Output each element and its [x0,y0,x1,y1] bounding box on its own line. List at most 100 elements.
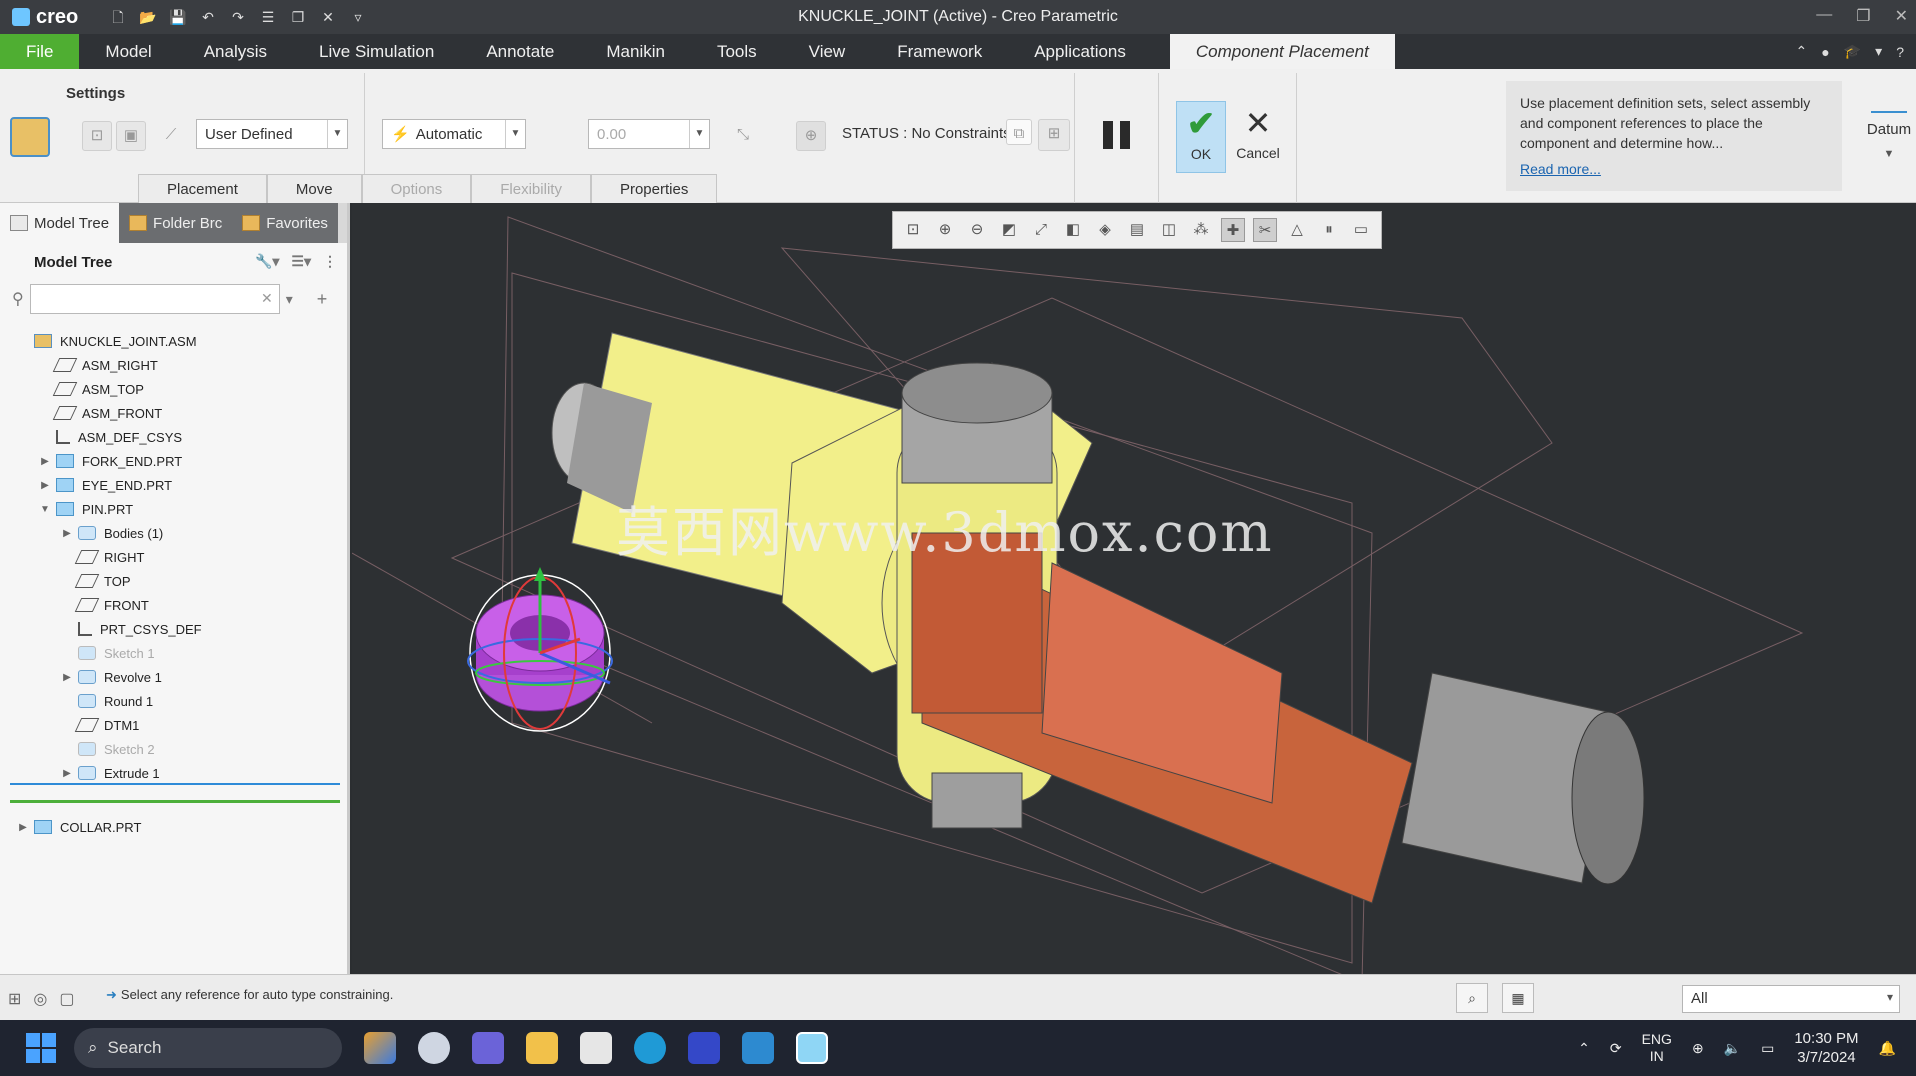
zoom-out-icon[interactable]: ⊖ [965,218,989,242]
subtab-placement[interactable]: Placement [138,174,267,203]
tree-node[interactable]: ▶ Revolve 1 [0,665,347,689]
teams-app-icon[interactable] [472,1032,504,1064]
pause-animation-icon[interactable]: ⏸ [1317,218,1341,242]
tree-node[interactable]: ▼ PIN.PRT [0,497,347,521]
tab-favorites[interactable]: Favorites [232,203,338,243]
flip-icon[interactable]: ▭ [1349,218,1373,242]
store-app-icon[interactable] [580,1032,612,1064]
read-more-link[interactable]: Read more... [1520,159,1828,179]
expand-icon[interactable]: ▶ [16,822,30,833]
tree-node[interactable]: ▶ EYE_END.PRT [0,473,347,497]
tree-node[interactable]: TOP [0,569,347,593]
datum-button[interactable]: Datum ▼ [1862,77,1916,160]
place-component-icon[interactable]: ⊡ [82,121,112,151]
save-icon[interactable]: 💾 [168,8,188,26]
perspective-view-icon[interactable]: ◫ [1157,218,1181,242]
language-indicator[interactable]: ENG IN [1642,1031,1672,1065]
insert-here-marker[interactable] [10,783,340,785]
datum-display-filters-icon[interactable]: ⁂ [1189,218,1213,242]
spin-center-icon[interactable]: ✚ [1221,218,1245,242]
tree-node[interactable]: ASM_RIGHT [0,353,347,377]
tab-file[interactable]: File [0,34,80,69]
clear-search-icon[interactable]: ✕ [261,290,273,307]
tab-folder-browser[interactable]: Folder Brc [119,203,233,243]
browser-toggle-icon[interactable]: ◎ [33,989,47,1009]
paint-app-icon[interactable] [742,1032,774,1064]
mathcad-app-icon[interactable] [688,1032,720,1064]
notification-icon[interactable]: ● [1821,44,1829,60]
tab-view[interactable]: View [783,34,872,69]
show-icon[interactable]: ☰▾ [291,253,311,270]
subtab-properties[interactable]: Properties [590,174,718,203]
assembly-window-icon[interactable]: ⊞ [1038,119,1070,151]
selection-list-icon[interactable]: ▦ [1502,983,1534,1013]
tree-node[interactable]: FRONT [0,593,347,617]
tab-framework[interactable]: Framework [871,34,1008,69]
offset-value-field[interactable]: 0.00 ▼ [588,119,710,149]
tab-live-simulation[interactable]: Live Simulation [293,34,460,69]
full-screen-icon[interactable]: ▢ [59,989,74,1009]
navigator-toggle-icon[interactable]: ⊞ [8,989,21,1009]
volume-icon[interactable]: 🔈 [1724,1040,1741,1057]
rigid-body-icon[interactable]: ▣ [116,121,146,151]
tab-tools[interactable]: Tools [691,34,783,69]
expand-icon[interactable]: ▶ [38,480,52,491]
mechanism-connection-icon[interactable]: ⟋ [156,121,186,151]
move-component-icon[interactable]: ⊕ [796,121,826,151]
tab-applications[interactable]: Applications [1008,34,1152,69]
add-filter-icon[interactable]: + [317,289,328,310]
reorient-icon[interactable]: ⤢ [1029,218,1053,242]
expand-icon[interactable]: ▶ [60,528,74,539]
find-icon[interactable]: ⌕ [1456,983,1488,1013]
edge-browser-icon[interactable] [634,1032,666,1064]
restore-icon[interactable]: ❐ [1856,6,1870,26]
tree-node[interactable]: KNUCKLE_JOINT.ASM [0,329,347,353]
constraint-mode-select[interactable]: ⚡ Automatic ▼ [382,119,526,149]
settings-icon[interactable]: 🔧▾ [255,253,279,270]
close-window-icon[interactable]: ✕ [318,8,338,26]
refit-icon[interactable]: ⊡ [901,218,925,242]
subtab-move[interactable]: Move [266,174,362,203]
zoom-in-icon[interactable]: ⊕ [933,218,957,242]
weather-app-icon[interactable] [418,1032,450,1064]
ok-button[interactable]: ✔ OK [1176,101,1226,173]
tree-node[interactable]: ASM_TOP [0,377,347,401]
constraint-type-select[interactable]: User Defined ▼ [196,119,348,149]
redo-icon[interactable]: ↷ [228,8,248,26]
close-icon[interactable]: ✕ [1895,6,1908,26]
annotation-display-icon[interactable]: ✂ [1253,218,1277,242]
display-style-icon[interactable]: ◧ [1061,218,1085,242]
copilot-app-icon[interactable] [364,1032,396,1064]
tree-node[interactable]: Round 1 [0,689,347,713]
sync-icon[interactable]: ⟳ [1610,1040,1622,1057]
saved-orientations-icon[interactable]: ◈ [1093,218,1117,242]
tab-component-placement[interactable]: Component Placement [1169,34,1395,69]
network-icon[interactable]: ⊕ [1692,1040,1704,1057]
notifications-icon[interactable]: 🔔 [1879,1040,1896,1057]
tab-annotate[interactable]: Annotate [460,34,580,69]
battery-icon[interactable]: ▭ [1761,1040,1774,1057]
open-file-icon[interactable]: 📂 [138,8,158,26]
tab-model-tree[interactable]: Model Tree [0,203,120,243]
new-file-icon[interactable]: 🗋 [108,8,128,26]
tree-search-input[interactable]: ✕ [29,284,280,314]
cancel-button[interactable]: ✕ Cancel [1230,101,1286,173]
file-explorer-icon[interactable] [526,1032,558,1064]
creo-app-icon[interactable] [796,1032,828,1064]
simulation-icon[interactable]: △ [1285,218,1309,242]
tab-model[interactable]: Model [79,34,177,69]
regenerate-icon[interactable]: ☰ [258,8,278,26]
tree-node-collar[interactable]: ▶ COLLAR.PRT [0,815,141,839]
tree-node[interactable]: RIGHT [0,545,347,569]
expand-icon[interactable]: ▼ [38,504,52,515]
start-button[interactable] [26,1033,56,1063]
view-manager-icon[interactable]: ▤ [1125,218,1149,242]
tree-node[interactable]: Sketch 2 [0,737,347,761]
windows-icon[interactable]: ❐ [288,8,308,26]
undo-icon[interactable]: ↶ [198,8,218,26]
tree-node[interactable]: ▶ Extrude 1 [0,761,347,785]
tab-manikin[interactable]: Manikin [580,34,691,69]
chevron-down-icon[interactable]: ▾ [286,291,293,308]
expand-icon[interactable]: ▶ [60,672,74,683]
separate-window-icon[interactable]: ⧉ [1006,119,1032,145]
